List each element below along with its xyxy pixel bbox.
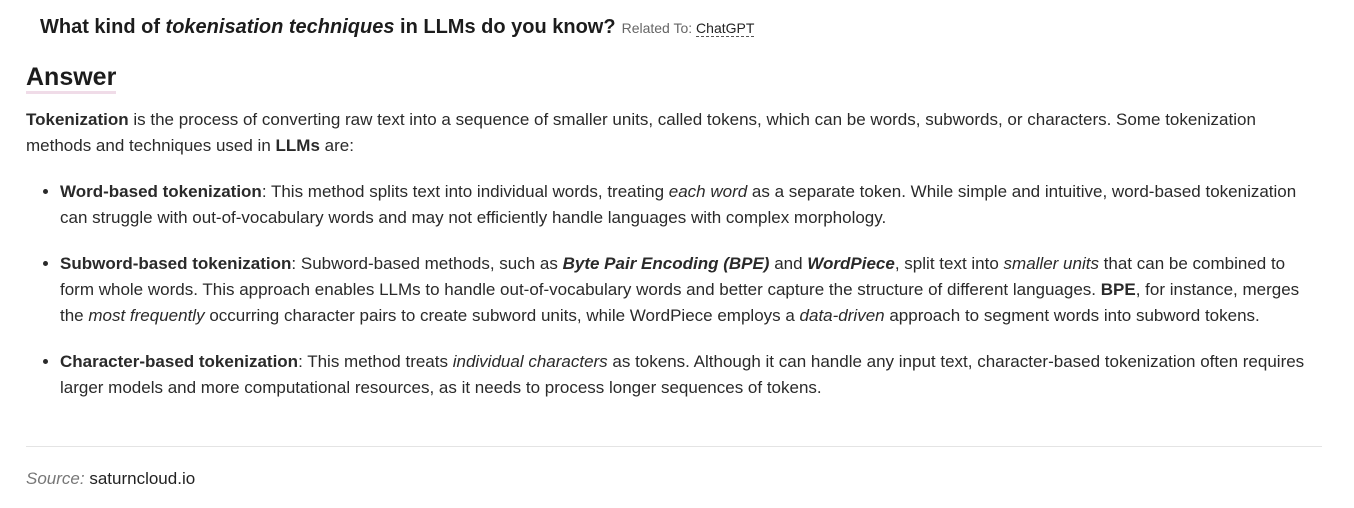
page: What kind of tokenisation techniques in … xyxy=(0,0,1354,508)
related-to: Related To: ChatGPT xyxy=(621,20,755,37)
intro-llms: LLMs xyxy=(275,136,320,155)
answer-body: Tokenization is the process of convertin… xyxy=(26,107,1322,421)
divider xyxy=(26,446,1322,447)
technique-list: Word-based tokenization: This method spl… xyxy=(26,179,1322,401)
question-text-1: What kind of xyxy=(40,16,166,38)
source-line: Source: saturncloud.io xyxy=(26,469,195,489)
source-value: saturncloud.io xyxy=(89,469,196,488)
intro-term: Tokenization xyxy=(26,110,129,129)
question-title: What kind of tokenisation techniques in … xyxy=(40,16,755,39)
question-text-2: in LLMs do you know? xyxy=(394,16,616,38)
related-label: Related To: xyxy=(621,20,693,36)
intro-paragraph: Tokenization is the process of convertin… xyxy=(26,110,1256,155)
answer-heading: Answer xyxy=(26,62,117,94)
question-emphasis: tokenisation techniques xyxy=(165,16,395,38)
list-item-character-based: Character-based tokenization: This metho… xyxy=(60,349,1322,401)
related-link-chatgpt[interactable]: ChatGPT xyxy=(696,20,755,37)
source-label: Source: xyxy=(26,469,85,488)
list-item-subword-based: Subword-based tokenization: Subword-base… xyxy=(60,251,1322,329)
list-item-word-based: Word-based tokenization: This method spl… xyxy=(60,179,1322,231)
